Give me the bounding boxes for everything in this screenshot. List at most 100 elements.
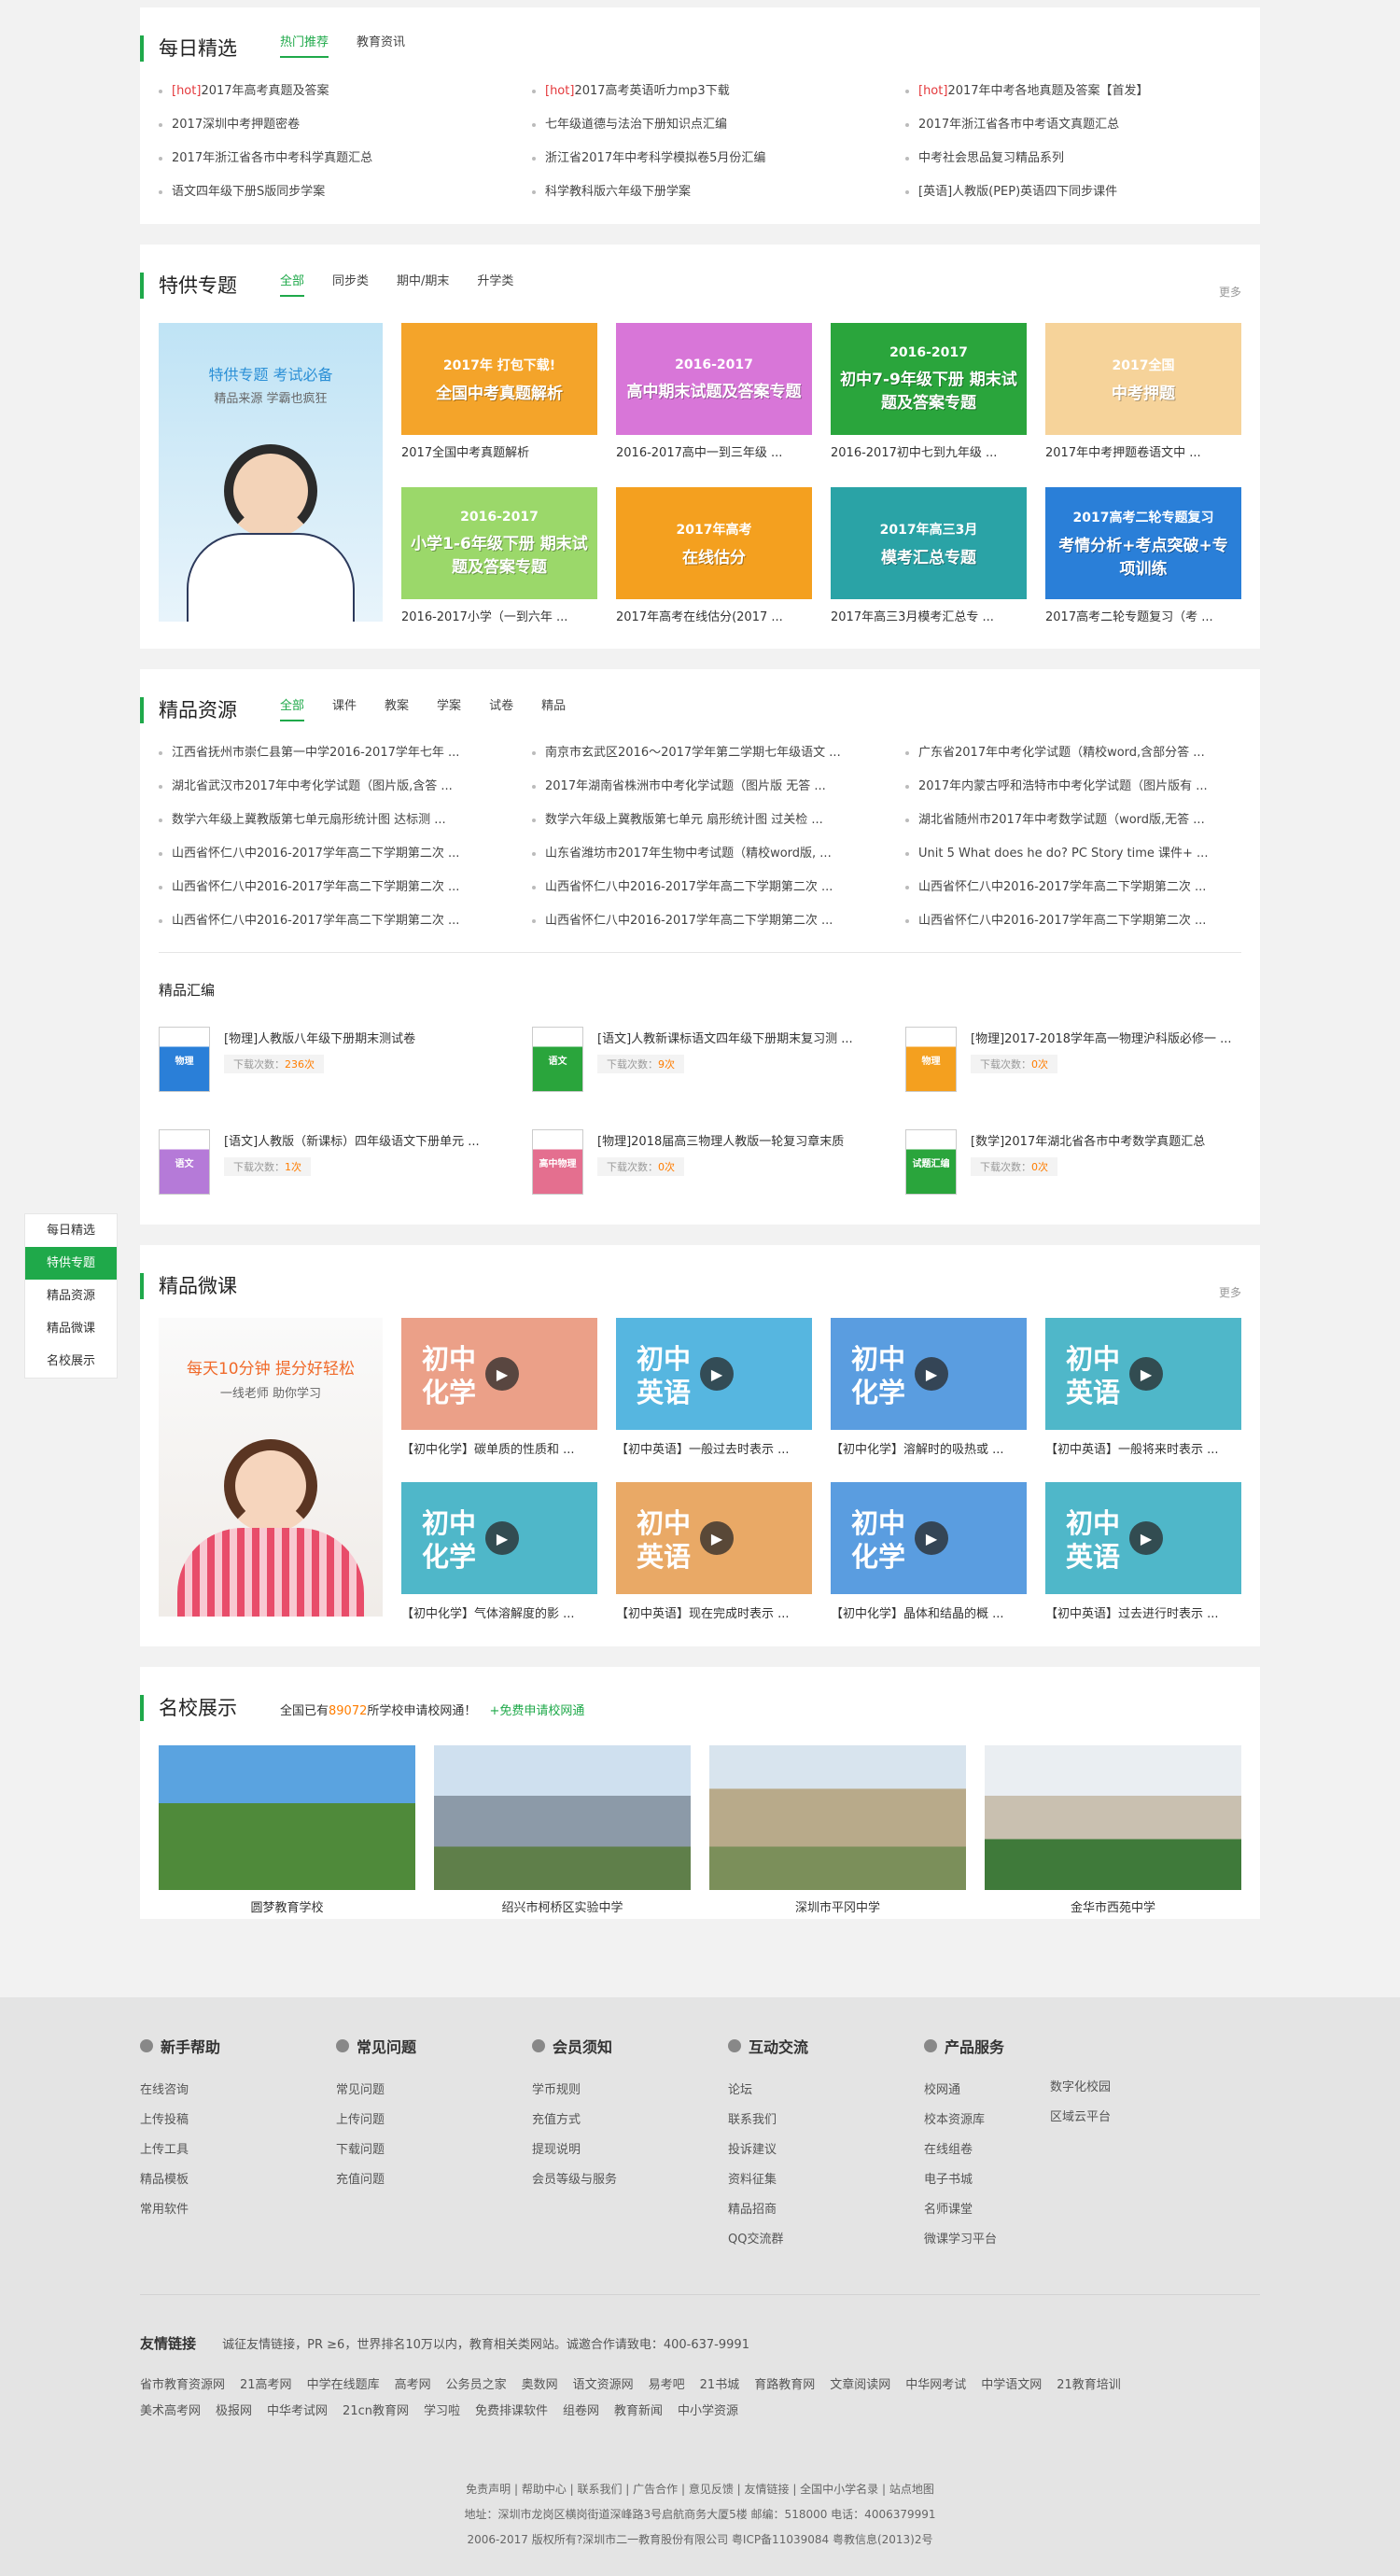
resource-link[interactable]: 2017年内蒙古呼和浩特市中考化学试题（图片版有 ...: [905, 777, 1223, 796]
special-topic-banner[interactable]: 2017高考二轮专题复习 考情分析+考点突破+专项训练: [1045, 487, 1241, 599]
footer-link[interactable]: 微课学习平台: [924, 2225, 1004, 2255]
friend-link[interactable]: 中学语文网: [981, 2373, 1042, 2399]
special-topic-caption[interactable]: 2017年中考押题卷语文中 ...: [1045, 442, 1241, 460]
news-link[interactable]: 浙江省2017年中考科学模拟卷5月份汇编: [532, 149, 887, 168]
special-topic-banner[interactable]: 2016-2017 高中期末试题及答案专题: [616, 323, 812, 435]
micro-lesson-thumbnail[interactable]: 初中英语 ▶: [1045, 1318, 1241, 1430]
news-link[interactable]: [hot]2017年高考真题及答案: [159, 82, 513, 101]
friend-link[interactable]: 易考吧: [649, 2373, 685, 2399]
footer-link[interactable]: 提现说明: [532, 2135, 617, 2165]
friend-link[interactable]: 教育新闻: [614, 2399, 663, 2425]
footer-link[interactable]: 学币规则: [532, 2076, 617, 2106]
footer-link[interactable]: 精品招商: [728, 2195, 808, 2225]
special-topic-caption[interactable]: 2017年高考在线估分(2017 ...: [616, 607, 812, 624]
resource-link[interactable]: 山西省怀仁八中2016-2017学年高二下学期第二次 ...: [159, 878, 476, 897]
footer-link[interactable]: 充值方式: [532, 2106, 617, 2135]
micro-lesson-thumbnail[interactable]: 初中英语 ▶: [1045, 1482, 1241, 1594]
school-photo[interactable]: [434, 1745, 691, 1890]
friend-link[interactable]: 学习啦: [424, 2399, 460, 2425]
special-topic-caption[interactable]: 2016-2017高中一到三年级 ...: [616, 442, 812, 460]
micro-feature-banner[interactable]: 每天10分钟 提分好轻松 一线老师 助你学习: [159, 1318, 383, 1617]
resource-link[interactable]: 山西省怀仁八中2016-2017学年高二下学期第二次 ...: [905, 878, 1223, 897]
footer-link[interactable]: 下载问题: [336, 2135, 416, 2165]
tab-all[interactable]: 全部: [280, 697, 305, 721]
resource-link[interactable]: 山西省怀仁八中2016-2017学年高二下学期第二次 ...: [159, 912, 476, 931]
special-topic-banner[interactable]: 2016-2017 小学1-6年级下册 期末试题及答案专题: [401, 487, 597, 599]
special-topic-banner[interactable]: 2016-2017 初中7-9年级下册 期末试题及答案专题: [831, 323, 1027, 435]
friend-link[interactable]: 省市教育资源网: [140, 2373, 225, 2399]
resource-link[interactable]: 山西省怀仁八中2016-2017学年高二下学期第二次 ...: [159, 845, 476, 863]
book-cover[interactable]: 试题汇编: [905, 1129, 957, 1195]
footer-link[interactable]: 联系我们: [728, 2106, 808, 2135]
book-title[interactable]: [语文]人教新课标语文四年级下册期末复习测 ...: [597, 1029, 887, 1046]
friend-link[interactable]: 21教育培训: [1057, 2373, 1121, 2399]
news-link[interactable]: [hot]2017年中考各地真题及答案【首发】: [905, 82, 1260, 101]
footer-link[interactable]: 在线组卷: [924, 2135, 1004, 2165]
friend-link[interactable]: 文章阅读网: [830, 2373, 890, 2399]
book-cover[interactable]: 物理: [159, 1027, 210, 1092]
sidebar-item-micro[interactable]: 精品微课: [25, 1312, 117, 1345]
footer-link[interactable]: 常见问题: [336, 2076, 416, 2106]
special-topic-banner[interactable]: 2017年高三3月 模考汇总专题: [831, 487, 1027, 599]
school-name[interactable]: 深圳市平冈中学: [709, 1897, 966, 1915]
friend-link[interactable]: 中华网考试: [905, 2373, 966, 2399]
book-title[interactable]: [物理]2018届高三物理人教版一轮复习章末质: [597, 1131, 887, 1149]
micro-lesson-thumbnail[interactable]: 初中化学 ▶: [831, 1318, 1027, 1430]
micro-lesson-thumbnail[interactable]: 初中英语 ▶: [616, 1482, 812, 1594]
friend-link[interactable]: 中华考试网: [267, 2399, 328, 2425]
footer-link[interactable]: 充值问题: [336, 2165, 416, 2195]
school-photo[interactable]: [709, 1745, 966, 1890]
footer-link[interactable]: 论坛: [728, 2076, 808, 2106]
news-link[interactable]: 中考社会思品复习精品系列: [905, 149, 1260, 168]
book-title[interactable]: [物理]2017-2018学年高一物理沪科版必修一 ...: [971, 1029, 1260, 1046]
sidebar-item-daily[interactable]: 每日精选: [25, 1214, 117, 1247]
apply-link[interactable]: +免费申请校网通: [490, 1704, 585, 1718]
micro-lesson-caption[interactable]: 【初中化学】碳单质的性质和 ...: [401, 1439, 597, 1457]
resource-link[interactable]: 山西省怀仁八中2016-2017学年高二下学期第二次 ...: [905, 912, 1223, 931]
news-link[interactable]: 七年级道德与法治下册知识点汇编: [532, 116, 887, 134]
tab-all[interactable]: 全部: [280, 273, 305, 297]
play-icon[interactable]: ▶: [700, 1357, 734, 1391]
book-title[interactable]: [物理]人教版八年级下册期末测试卷: [224, 1029, 513, 1046]
play-icon[interactable]: ▶: [1129, 1521, 1163, 1555]
resource-link[interactable]: 江西省抚州市崇仁县第一中学2016-2017学年七年 ...: [159, 744, 476, 763]
micro-lesson-thumbnail[interactable]: 初中化学 ▶: [401, 1482, 597, 1594]
special-topic-caption[interactable]: 2017全国中考真题解析: [401, 442, 597, 460]
resource-link[interactable]: 湖北省武汉市2017年中考化学试题（图片版,含答 ...: [159, 777, 476, 796]
footer-link[interactable]: 资料征集: [728, 2165, 808, 2195]
footer-link[interactable]: 名师课堂: [924, 2195, 1004, 2225]
resource-link[interactable]: 山西省怀仁八中2016-2017学年高二下学期第二次 ...: [532, 878, 849, 897]
book-cover[interactable]: 语文: [532, 1027, 583, 1092]
footer-link[interactable]: 区域云平台: [1050, 2103, 1111, 2133]
micro-more-link[interactable]: 更多: [1219, 1284, 1241, 1300]
footer-link[interactable]: 会员等级与服务: [532, 2165, 617, 2195]
footer-link[interactable]: 校网通: [924, 2076, 1004, 2106]
friend-link[interactable]: 21cn教育网: [343, 2399, 409, 2425]
school-name[interactable]: 金华市西苑中学: [985, 1897, 1241, 1915]
micro-lesson-thumbnail[interactable]: 初中化学 ▶: [831, 1482, 1027, 1594]
school-name[interactable]: 圆梦教育学校: [159, 1897, 415, 1915]
resource-link[interactable]: 湖北省随州市2017年中考数学试题（word版,无答 ...: [905, 811, 1223, 830]
play-icon[interactable]: ▶: [915, 1357, 948, 1391]
tab-study-plan[interactable]: 学案: [437, 697, 461, 721]
tab-exam[interactable]: 试卷: [489, 697, 513, 721]
resource-link[interactable]: 数学六年级上冀教版第七单元扇形统计图 达标测 ...: [159, 811, 476, 830]
news-link[interactable]: [hot]2017高考英语听力mp3下载: [532, 82, 887, 101]
footer-link[interactable]: 上传投稿: [140, 2106, 220, 2135]
tab-sync[interactable]: 同步类: [332, 273, 369, 297]
friend-link[interactable]: 中小学资源: [678, 2399, 738, 2425]
news-link[interactable]: 2017年浙江省各市中考科学真题汇总: [159, 149, 513, 168]
friend-link[interactable]: 极报网: [216, 2399, 252, 2425]
footer-link[interactable]: 投诉建议: [728, 2135, 808, 2165]
footer-link[interactable]: 精品模板: [140, 2165, 220, 2195]
news-link[interactable]: [英语]人教版(PEP)英语四下同步课件: [905, 183, 1260, 202]
tab-premium[interactable]: 精品: [541, 697, 566, 721]
footer-link[interactable]: 常用软件: [140, 2195, 220, 2225]
special-topic-caption[interactable]: 2016-2017小学（一到六年 ...: [401, 607, 597, 624]
special-topic-banner[interactable]: 2017年 打包下载! 全国中考真题解析: [401, 323, 597, 435]
book-title[interactable]: [数学]2017年湖北省各市中考数学真题汇总: [971, 1131, 1260, 1149]
resource-link[interactable]: 山西省怀仁八中2016-2017学年高二下学期第二次 ...: [532, 912, 849, 931]
resource-link[interactable]: 南京市玄武区2016～2017学年第二学期七年级语文 ...: [532, 744, 849, 763]
school-photo[interactable]: [159, 1745, 415, 1890]
friend-link[interactable]: 21书城: [700, 2373, 740, 2399]
